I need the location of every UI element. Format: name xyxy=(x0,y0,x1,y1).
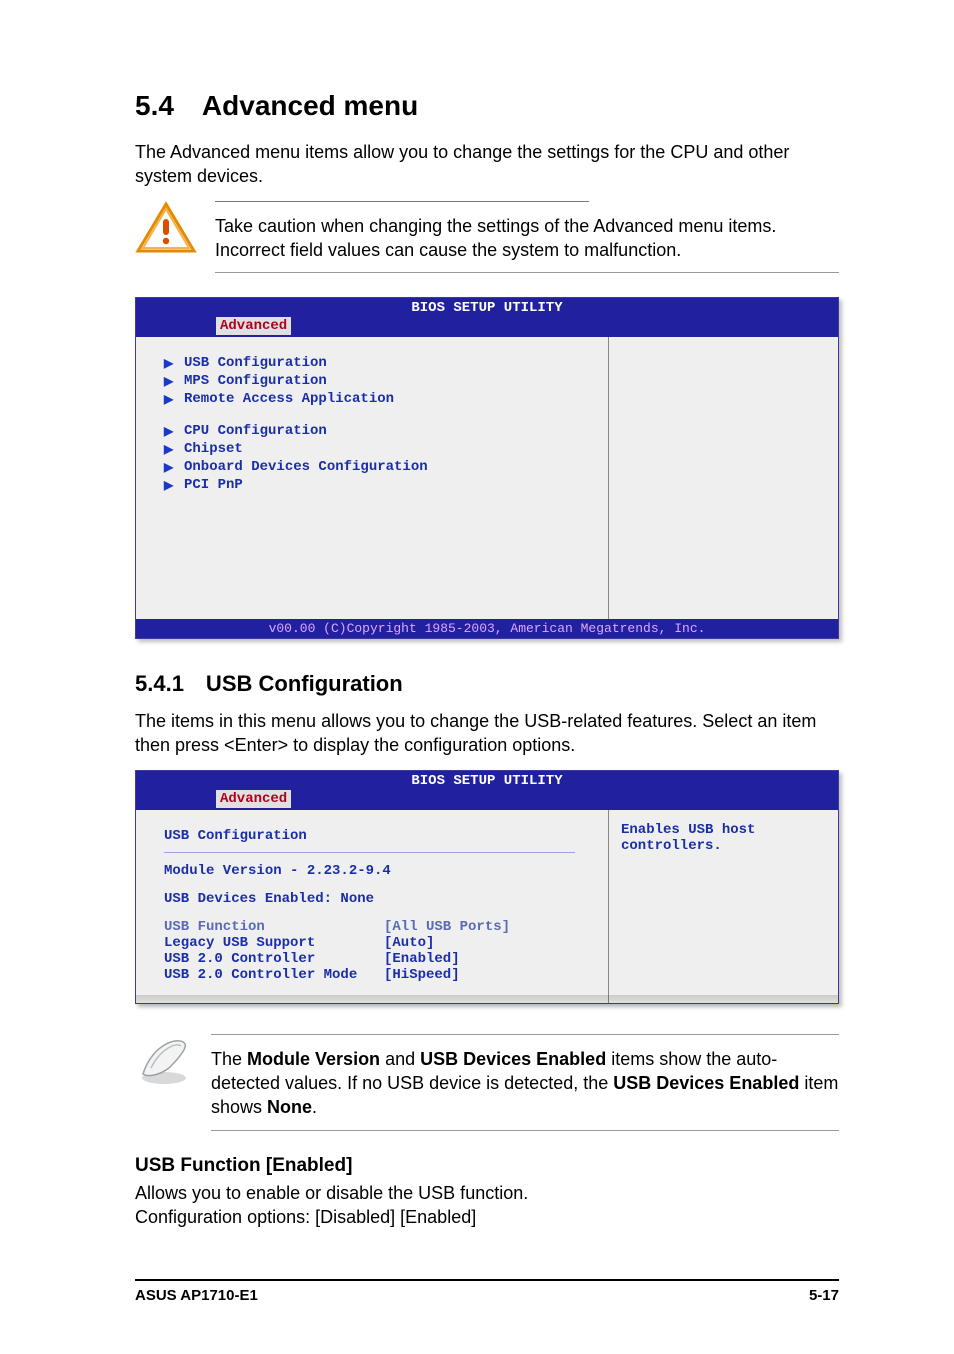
subsection-heading: 5.4.1 USB Configuration xyxy=(135,671,839,697)
bios-title: BIOS SETUP UTILITY xyxy=(136,298,838,316)
footer-page-number: 5-17 xyxy=(809,1287,839,1304)
page-footer: ASUS AP1710-E1 5-17 xyxy=(135,1279,839,1304)
bios-help-panel: Enables USB host controllers. xyxy=(609,810,838,1003)
caution-text: Take caution when changing the settings … xyxy=(215,216,776,260)
note-callout: The Module Version and USB Devices Enabl… xyxy=(135,1034,839,1131)
bios-item[interactable]: MPS Configuration xyxy=(184,373,327,389)
bios-setting-value[interactable]: [Auto] xyxy=(384,935,434,951)
bios-advanced-menu: BIOS SETUP UTILITY Advanced ▶ USB Configu… xyxy=(135,297,839,639)
bios-setting-label: Legacy USB Support xyxy=(164,935,384,951)
bios-setting-label: USB 2.0 Controller xyxy=(164,951,384,967)
caution-callout: Take caution when changing the settings … xyxy=(135,201,839,274)
bios-copyright: v00.00 (C)Copyright 1985-2003, American … xyxy=(136,619,838,638)
bios-panel-title: USB Configuration xyxy=(164,828,588,844)
submenu-arrow-icon: ▶ xyxy=(164,391,174,409)
bios-devices-enabled: USB Devices Enabled: None xyxy=(164,891,588,907)
submenu-arrow-icon: ▶ xyxy=(164,373,174,391)
submenu-arrow-icon: ▶ xyxy=(164,477,174,495)
bios-tab-advanced: Advanced xyxy=(216,317,291,335)
section-heading: 5.4 Advanced menu xyxy=(135,90,839,122)
setting-options: Configuration options: [Disabled] [Enabl… xyxy=(135,1205,839,1229)
bios-setting-value[interactable]: [Enabled] xyxy=(384,951,460,967)
submenu-arrow-icon: ▶ xyxy=(164,423,174,441)
bios-item[interactable]: Chipset xyxy=(184,441,243,457)
warning-icon xyxy=(135,201,197,255)
bios-item[interactable]: Remote Access Application xyxy=(184,391,394,407)
bios-setting-value[interactable]: [All USB Ports] xyxy=(384,919,510,935)
footer-product: ASUS AP1710-E1 xyxy=(135,1287,258,1304)
submenu-arrow-icon: ▶ xyxy=(164,441,174,459)
bios-item[interactable]: Onboard Devices Configuration xyxy=(184,459,428,475)
bios-item[interactable]: CPU Configuration xyxy=(184,423,327,439)
setting-heading: USB Function [Enabled] xyxy=(135,1155,839,1177)
section-intro: The Advanced menu items allow you to cha… xyxy=(135,140,839,189)
bios-tab-advanced: Advanced xyxy=(216,790,291,808)
subsection-intro: The items in this menu allows you to cha… xyxy=(135,709,839,758)
note-text: The Module Version and USB Devices Enabl… xyxy=(211,1049,838,1118)
bios-setting-value[interactable]: [HiSpeed] xyxy=(384,967,460,983)
setting-description: Allows you to enable or disable the USB … xyxy=(135,1181,839,1205)
bios-setting-label: USB Function xyxy=(164,919,384,935)
bios-help-panel xyxy=(609,337,838,619)
bios-usb-configuration: BIOS SETUP UTILITY Advanced USB Configur… xyxy=(135,770,839,1004)
bios-module-version: Module Version - 2.23.2-9.4 xyxy=(164,863,588,879)
submenu-arrow-icon: ▶ xyxy=(164,355,174,373)
bios-setting-label: USB 2.0 Controller Mode xyxy=(164,967,384,983)
note-icon xyxy=(135,1034,193,1086)
bios-item[interactable]: USB Configuration xyxy=(184,355,327,371)
bios-item[interactable]: PCI PnP xyxy=(184,477,243,493)
bios-title: BIOS SETUP UTILITY xyxy=(136,771,838,789)
submenu-arrow-icon: ▶ xyxy=(164,459,174,477)
